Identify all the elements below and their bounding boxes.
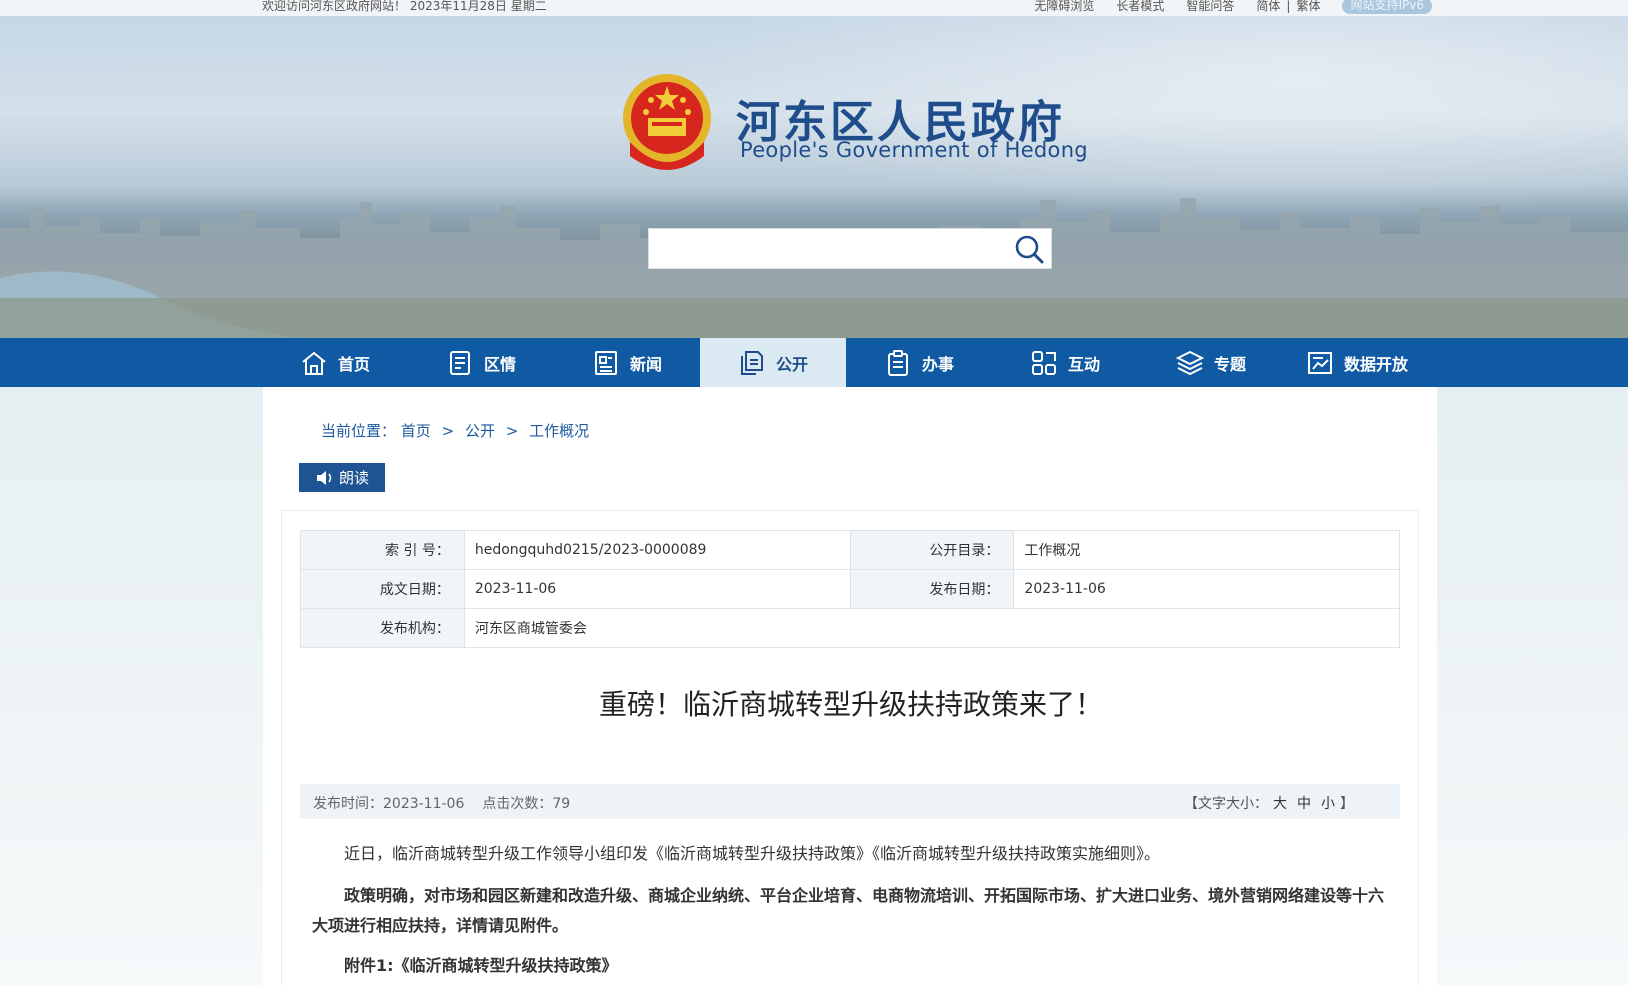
published-date-label: 发布日期： xyxy=(849,569,1015,609)
font-size-small-button[interactable]: 小 xyxy=(1321,796,1335,812)
search-input[interactable] xyxy=(649,229,999,268)
chart-icon xyxy=(1307,351,1332,374)
article-info-bar: 发布时间：2023-11-06 点击次数：79 【文字大小： 大中小】 xyxy=(300,784,1400,819)
nav-item-services[interactable]: 办事 xyxy=(846,338,992,387)
ai-qa-link[interactable]: 智能问答 xyxy=(1186,0,1234,14)
layers-icon xyxy=(1175,350,1204,375)
document-meta-table: 索 引 号： hedongquhd0215/2023-0000089 公开目录：… xyxy=(300,530,1401,648)
nav-item-news[interactable]: 新闻 xyxy=(554,338,700,387)
nav-item-interaction[interactable]: 互动 xyxy=(992,338,1138,387)
index-number-value: hedongquhd0215/2023-0000089 xyxy=(463,530,851,570)
index-number-label: 索 引 号： xyxy=(300,530,465,570)
news-icon xyxy=(594,350,617,375)
publishing-org-label: 发布机构： xyxy=(300,608,465,648)
breadcrumb-prefix: 当前位置： xyxy=(321,422,397,440)
font-size-prefix: 【文字大小： xyxy=(1184,796,1268,812)
font-size-large-button[interactable]: 大 xyxy=(1273,796,1287,812)
header-banner: 河东区人民政府 People's Government of Hedong xyxy=(0,16,1628,338)
font-size-medium-button[interactable]: 中 xyxy=(1297,796,1311,812)
interact-icon xyxy=(1031,350,1056,375)
site-subtitle: People's Government of Hedong xyxy=(740,138,1088,162)
document-icon xyxy=(449,350,470,375)
nav-item-public[interactable]: 公开 xyxy=(700,338,846,387)
clipboard-icon xyxy=(887,349,908,376)
article-container: 索 引 号： hedongquhd0215/2023-0000089 公开目录：… xyxy=(281,510,1419,985)
breadcrumb-public[interactable]: 公开 xyxy=(465,422,495,440)
nav-item-home[interactable]: 首页 xyxy=(262,338,408,387)
nav-item-topics[interactable]: 专题 xyxy=(1138,338,1284,387)
breadcrumb-work-overview[interactable]: 工作概况 xyxy=(529,422,589,440)
nav-item-open-data[interactable]: 数据开放 xyxy=(1284,338,1430,387)
top-bar: 欢迎访问河东区政府网站！ 2023年11月28日 星期二 无障碍浏览 长者模式 … xyxy=(0,0,1628,16)
created-date-label: 成文日期： xyxy=(300,569,465,609)
accessible-browse-link[interactable]: 无障碍浏览 xyxy=(1034,0,1094,14)
published-date-value: 2023-11-06 xyxy=(1013,569,1400,609)
traditional-chinese-link[interactable]: 繁体 xyxy=(1296,0,1320,14)
attachment-link[interactable]: 附件1:《临沂商城转型升级扶持政策》 xyxy=(312,951,1392,981)
publishing-org-value: 河东区商城管委会 xyxy=(463,608,1401,648)
search-box xyxy=(648,228,1052,269)
simplified-chinese-link[interactable]: 简体 xyxy=(1256,0,1280,14)
article-title: 重磅！临沂商城转型升级扶持政策来了！ xyxy=(598,688,1103,721)
nav-item-district[interactable]: 区情 xyxy=(408,338,554,387)
article-paragraph: 近日，临沂商城转型升级工作领导小组印发《临沂商城转型升级扶持政策》《临沂商城转型… xyxy=(344,844,1161,863)
breadcrumb-home[interactable]: 首页 xyxy=(401,422,431,440)
catalog-label: 公开目录： xyxy=(849,530,1015,570)
elder-mode-link[interactable]: 长者模式 xyxy=(1116,0,1164,14)
catalog-value: 工作概况 xyxy=(1013,530,1400,570)
created-date-value: 2023-11-06 xyxy=(463,569,851,609)
speaker-icon xyxy=(316,470,332,485)
home-icon xyxy=(302,351,326,375)
ipv6-badge: 网站支持IPv6 xyxy=(1342,0,1432,14)
top-links: 无障碍浏览 长者模式 智能问答 简体 | 繁体 网站支持IPv6 xyxy=(1012,0,1432,14)
font-size-suffix: 】 xyxy=(1340,796,1354,812)
lang-separator: | xyxy=(1286,0,1291,13)
welcome-text: 欢迎访问河东区政府网站！ 2023年11月28日 星期二 xyxy=(262,0,547,13)
article-paragraph: 政策明确，对市场和园区新建和改造升级、商城企业纳统、平台企业培育、电商物流培训、… xyxy=(312,886,1385,935)
main-nav: 首页 区情 新闻 公开 办事 互动 专题 数据开放 xyxy=(0,338,1628,387)
breadcrumb-separator: > xyxy=(505,422,519,440)
breadcrumb-separator: > xyxy=(441,422,455,440)
breadcrumb: 当前位置： 首页 > 公开 > 工作概况 xyxy=(321,420,589,441)
content-area: 当前位置： 首页 > 公开 > 工作概况 朗读 索 引 号： hedongquh… xyxy=(263,387,1437,985)
national-emblem-icon xyxy=(623,74,711,170)
read-aloud-button[interactable]: 朗读 xyxy=(299,463,385,492)
font-size-switcher: 【文字大小： 大中小】 xyxy=(1184,793,1354,813)
publish-time: 发布时间：2023-11-06 xyxy=(313,796,465,812)
click-count: 点击次数：79 xyxy=(482,796,571,812)
search-icon[interactable] xyxy=(1013,233,1045,265)
files-icon xyxy=(740,350,763,375)
